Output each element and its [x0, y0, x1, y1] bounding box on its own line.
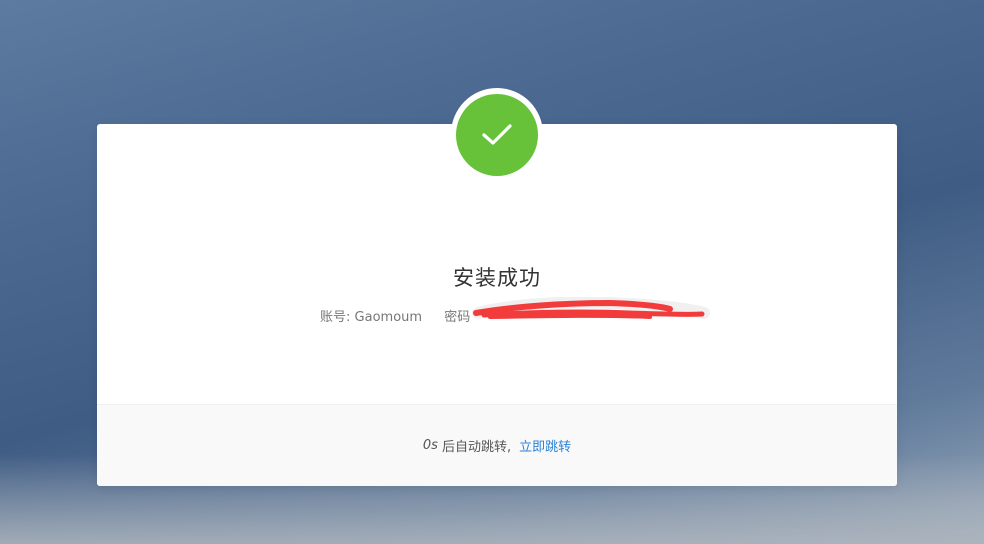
check-icon — [482, 124, 512, 145]
redirect-footer: 0s 后自动跳转, 立即跳转 — [97, 404, 897, 486]
password-redaction — [472, 297, 710, 319]
countdown-seconds: 0s — [422, 438, 438, 453]
credentials-line: 账号: Gaomoum 密码 — [320, 306, 470, 325]
page-title: 安装成功 — [453, 266, 541, 290]
account-label: 账号: — [320, 310, 351, 325]
account-value: Gaomoum — [354, 310, 423, 325]
jump-now-link[interactable]: 立即跳转 — [519, 436, 571, 455]
password-label: 密码 — [444, 310, 471, 325]
countdown-text: 后自动跳转, — [442, 440, 512, 455]
success-badge — [456, 94, 538, 176]
